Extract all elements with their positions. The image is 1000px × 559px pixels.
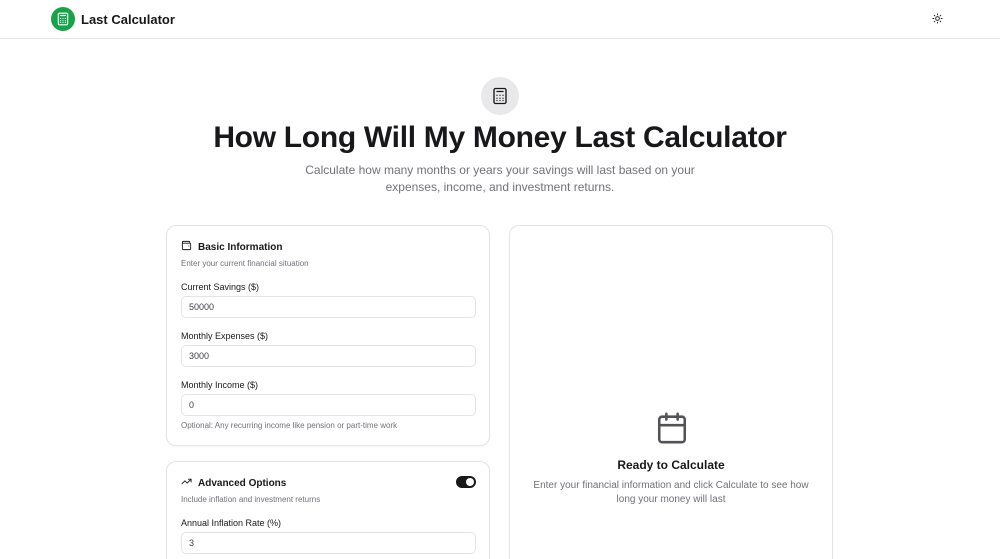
page-title: How Long Will My Money Last Calculator [213, 121, 787, 154]
inflation-rate-input[interactable] [181, 532, 476, 554]
monthly-income-hint: Optional: Any recurring income like pens… [181, 421, 398, 430]
results-card: Ready to Calculate Enter your financial … [509, 225, 833, 559]
brand[interactable]: Last Calculator [51, 7, 175, 31]
current-savings-input[interactable] [181, 296, 476, 318]
monthly-income-label: Monthly Income ($) [181, 380, 259, 390]
advanced-options-description: Include inflation and investment returns [181, 495, 321, 504]
advanced-options-heading: Advanced Options [181, 476, 286, 490]
brand-name: Last Calculator [81, 11, 175, 27]
basic-information-heading: Basic Information [181, 240, 282, 254]
advanced-options-card: Advanced Options Include inflation and i… [166, 461, 490, 559]
top-bar: Last Calculator [0, 0, 1000, 39]
monthly-expenses-label: Monthly Expenses ($) [181, 331, 269, 341]
sun-icon [931, 11, 943, 29]
theme-toggle-button[interactable] [927, 10, 947, 30]
basic-information-description: Enter your current financial situation [181, 259, 309, 268]
results-description: Enter your financial information and cli… [533, 480, 809, 505]
toggle-knob [466, 478, 474, 486]
trending-up-icon [181, 476, 192, 490]
current-savings-label: Current Savings ($) [181, 282, 260, 292]
advanced-options-toggle[interactable] [456, 476, 476, 488]
hero-calculator-icon [481, 77, 519, 115]
basic-information-title: Basic Information [198, 241, 283, 253]
advanced-options-title: Advanced Options [198, 477, 287, 489]
inflation-rate-label: Annual Inflation Rate (%) [181, 518, 282, 528]
results-title: Ready to Calculate [617, 458, 725, 472]
basic-information-card: Basic Information Enter your current fin… [166, 225, 490, 446]
page-subtitle: Calculate how many months or years your … [305, 163, 695, 194]
calculator-logo-icon [51, 7, 75, 31]
monthly-expenses-input[interactable] [181, 345, 476, 367]
calendar-icon [655, 409, 689, 447]
wallet-icon [181, 240, 192, 254]
monthly-income-input[interactable] [181, 394, 476, 416]
